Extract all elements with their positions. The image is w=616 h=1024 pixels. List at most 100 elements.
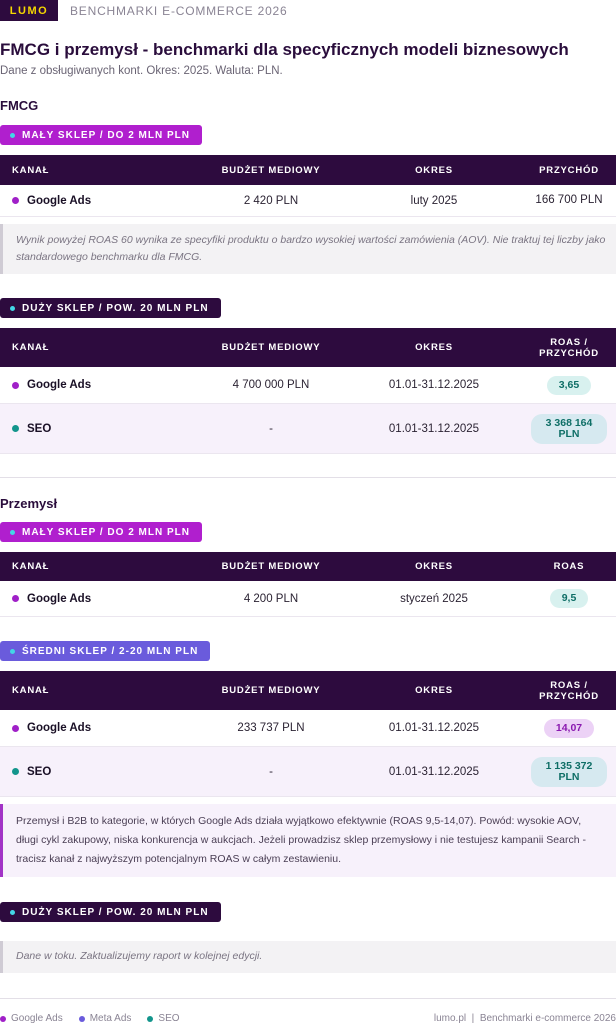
pill-dot-icon bbox=[10, 132, 15, 138]
footer: Google Ads Meta Ads SEO lumo.pl | Benchm… bbox=[0, 1013, 616, 1024]
legend-label: Google Ads bbox=[11, 1013, 63, 1024]
seo-dot-icon bbox=[12, 425, 19, 432]
col-period: OKRES bbox=[415, 164, 453, 176]
cell-result: 9,5 bbox=[522, 589, 616, 608]
segment-pill-industry-large: DUŻY SKLEP / POW. 20 MLN PLN bbox=[0, 902, 221, 922]
table-row: SEO - 01.01-31.12.2025 1 135 372 PLN bbox=[0, 747, 616, 797]
revenue-unit: PLN bbox=[558, 770, 580, 783]
roas-badge: 9,5 bbox=[549, 589, 589, 608]
cell-result: 3,65 bbox=[522, 375, 616, 395]
table-fmcg-small: KANAŁ BUDŻET MEDIOWY OKRES PRZYCHÓD Goog… bbox=[0, 155, 616, 217]
col-roas-revenue: ROAS / PRZYCHÓD bbox=[539, 336, 599, 359]
col-budget: BUDŻET MEDIOWY bbox=[221, 685, 321, 696]
footer-credit: lumo.pl | Benchmarki e-commerce 2026 bbox=[433, 1013, 616, 1024]
cell-channel: Google Ads bbox=[0, 379, 196, 391]
table-row: Google Ads 2 420 PLN luty 2025 166 700 P… bbox=[0, 185, 616, 217]
cell-channel: SEO bbox=[0, 423, 196, 435]
top-bar: LUMO BENCHMARKI E-COMMERCE 2026 bbox=[0, 0, 616, 21]
pill-label: DUŻY SKLEP / POW. 20 MLN PLN bbox=[22, 302, 209, 314]
google-ads-dot-icon bbox=[12, 595, 19, 602]
col-revenue: PRZYCHÓD bbox=[539, 164, 599, 176]
table-row: Google Ads 233 737 PLN 01.01-31.12.2025 … bbox=[0, 710, 616, 747]
channel-name: SEO bbox=[27, 765, 52, 778]
page-title: FMCG i przemysł - benchmarki dla specyfi… bbox=[0, 40, 569, 59]
pill-label: MAŁY SKLEP / DO 2 MLN PLN bbox=[22, 129, 190, 141]
section-divider bbox=[0, 477, 616, 478]
cell-budget: 233 737 PLN bbox=[237, 722, 305, 734]
cell-channel: SEO bbox=[0, 766, 196, 778]
pill-dot-icon bbox=[10, 648, 15, 654]
col-roas-revenue: ROAS / PRZYCHÓD bbox=[539, 679, 599, 702]
cell-period: 01.01-31.12.2025 bbox=[388, 422, 480, 435]
seo-dot-icon bbox=[147, 1015, 154, 1022]
cell-budget: - bbox=[269, 422, 273, 435]
table-industry-medium: KANAŁ BUDŻET MEDIOWY OKRES ROAS / PRZYCH… bbox=[0, 671, 616, 797]
google-ads-dot-icon bbox=[12, 197, 19, 204]
revenue-badge: 1 135 372 PLN bbox=[530, 756, 608, 787]
table-header: KANAŁ BUDŻET MEDIOWY OKRES ROAS / PRZYCH… bbox=[0, 671, 616, 710]
cell-budget: 4 200 PLN bbox=[243, 592, 299, 605]
pill-dot-icon bbox=[10, 305, 15, 311]
cell-budget: 2 420 PLN bbox=[243, 194, 299, 207]
cell-result: 14,07 bbox=[522, 718, 616, 738]
cell-channel: Google Ads bbox=[0, 722, 196, 734]
col-budget: BUDŻET MEDIOWY bbox=[221, 561, 321, 572]
segment-pill-industry-medium: ŚREDNI SKLEP / 2-20 MLN PLN bbox=[0, 641, 211, 661]
legend-label: SEO bbox=[158, 1013, 180, 1024]
cell-budget: 4 700 000 PLN bbox=[232, 379, 310, 391]
pill-dot-icon bbox=[10, 529, 15, 535]
pill-label: ŚREDNI SKLEP / 2-20 MLN PLN bbox=[22, 645, 199, 657]
col-roas: ROAS bbox=[553, 561, 585, 572]
google-ads-dot-icon bbox=[0, 1015, 6, 1022]
col-period: OKRES bbox=[415, 342, 453, 353]
table-industry-small: KANAŁ BUDŻET MEDIOWY OKRES ROAS Google A… bbox=[0, 552, 616, 617]
note-fmcg-small: Wynik powyżej ROAS 60 wynika ze specyfik… bbox=[0, 224, 616, 274]
channel-name: Google Ads bbox=[27, 194, 92, 207]
segment-pill-industry-small: MAŁY SKLEP / DO 2 MLN PLN bbox=[0, 522, 202, 542]
table-header: KANAŁ BUDŻET MEDIOWY OKRES ROAS bbox=[0, 552, 616, 581]
pill-label: DUŻY SKLEP / POW. 20 MLN PLN bbox=[22, 906, 209, 918]
col-channel: KANAŁ bbox=[12, 685, 50, 696]
segment-pill-fmcg-small: MAŁY SKLEP / DO 2 MLN PLN bbox=[0, 125, 202, 145]
cell-result: 166 700 PLN bbox=[535, 194, 603, 206]
pill-dot-icon bbox=[10, 909, 15, 915]
col-channel: KANAŁ bbox=[12, 164, 50, 176]
page-subtitle: Dane z obsługiwanych kont. Okres: 2025. … bbox=[0, 65, 283, 77]
table-header: KANAŁ BUDŻET MEDIOWY OKRES PRZYCHÓD bbox=[0, 155, 616, 185]
col-budget: BUDŻET MEDIOWY bbox=[221, 342, 321, 353]
cell-period: 01.01-31.12.2025 bbox=[388, 379, 480, 391]
note-industry-medium: Przemysł i B2B to kategorie, w których G… bbox=[0, 804, 616, 877]
cell-period: 01.01-31.12.2025 bbox=[388, 722, 480, 734]
cell-channel: Google Ads bbox=[0, 195, 196, 207]
cell-channel: Google Ads bbox=[0, 593, 196, 605]
section-title-industry: Przemysł bbox=[0, 496, 58, 511]
cell-period: 01.01-31.12.2025 bbox=[388, 765, 480, 778]
cell-result: 3 368 164 PLN bbox=[522, 413, 616, 444]
table-row: SEO - 01.01-31.12.2025 3 368 164 PLN bbox=[0, 404, 616, 454]
col-period: OKRES bbox=[415, 685, 453, 696]
legend-label: Meta Ads bbox=[89, 1013, 132, 1024]
legend-seo: SEO bbox=[147, 1013, 180, 1024]
col-channel: KANAŁ bbox=[12, 342, 50, 353]
seo-dot-icon bbox=[12, 768, 19, 775]
roas-badge: 3,65 bbox=[546, 375, 592, 395]
segment-pill-fmcg-large: DUŻY SKLEP / POW. 20 MLN PLN bbox=[0, 298, 221, 318]
legend-google-ads: Google Ads bbox=[0, 1013, 63, 1024]
google-ads-dot-icon bbox=[12, 724, 19, 732]
google-ads-dot-icon bbox=[12, 381, 19, 389]
logo: LUMO bbox=[0, 0, 58, 21]
section-title-fmcg: FMCG bbox=[0, 98, 39, 113]
cell-result: 1 135 372 PLN bbox=[522, 756, 616, 787]
table-row: Google Ads 4 700 000 PLN 01.01-31.12.202… bbox=[0, 367, 616, 404]
channel-name: Google Ads bbox=[27, 379, 92, 391]
pill-label: MAŁY SKLEP / DO 2 MLN PLN bbox=[22, 526, 190, 538]
col-period: OKRES bbox=[415, 561, 453, 572]
channel-name: SEO bbox=[27, 422, 52, 435]
channel-name: Google Ads bbox=[27, 722, 92, 734]
cell-period: styczeń 2025 bbox=[400, 592, 468, 605]
roas-badge: 14,07 bbox=[543, 718, 595, 738]
note-industry-large: Dane w toku. Zaktualizujemy raport w kol… bbox=[0, 941, 616, 973]
table-fmcg-large: KANAŁ BUDŻET MEDIOWY OKRES ROAS / PRZYCH… bbox=[0, 328, 616, 454]
cell-budget: - bbox=[269, 765, 273, 778]
revenue-badge: 3 368 164 PLN bbox=[530, 413, 608, 444]
